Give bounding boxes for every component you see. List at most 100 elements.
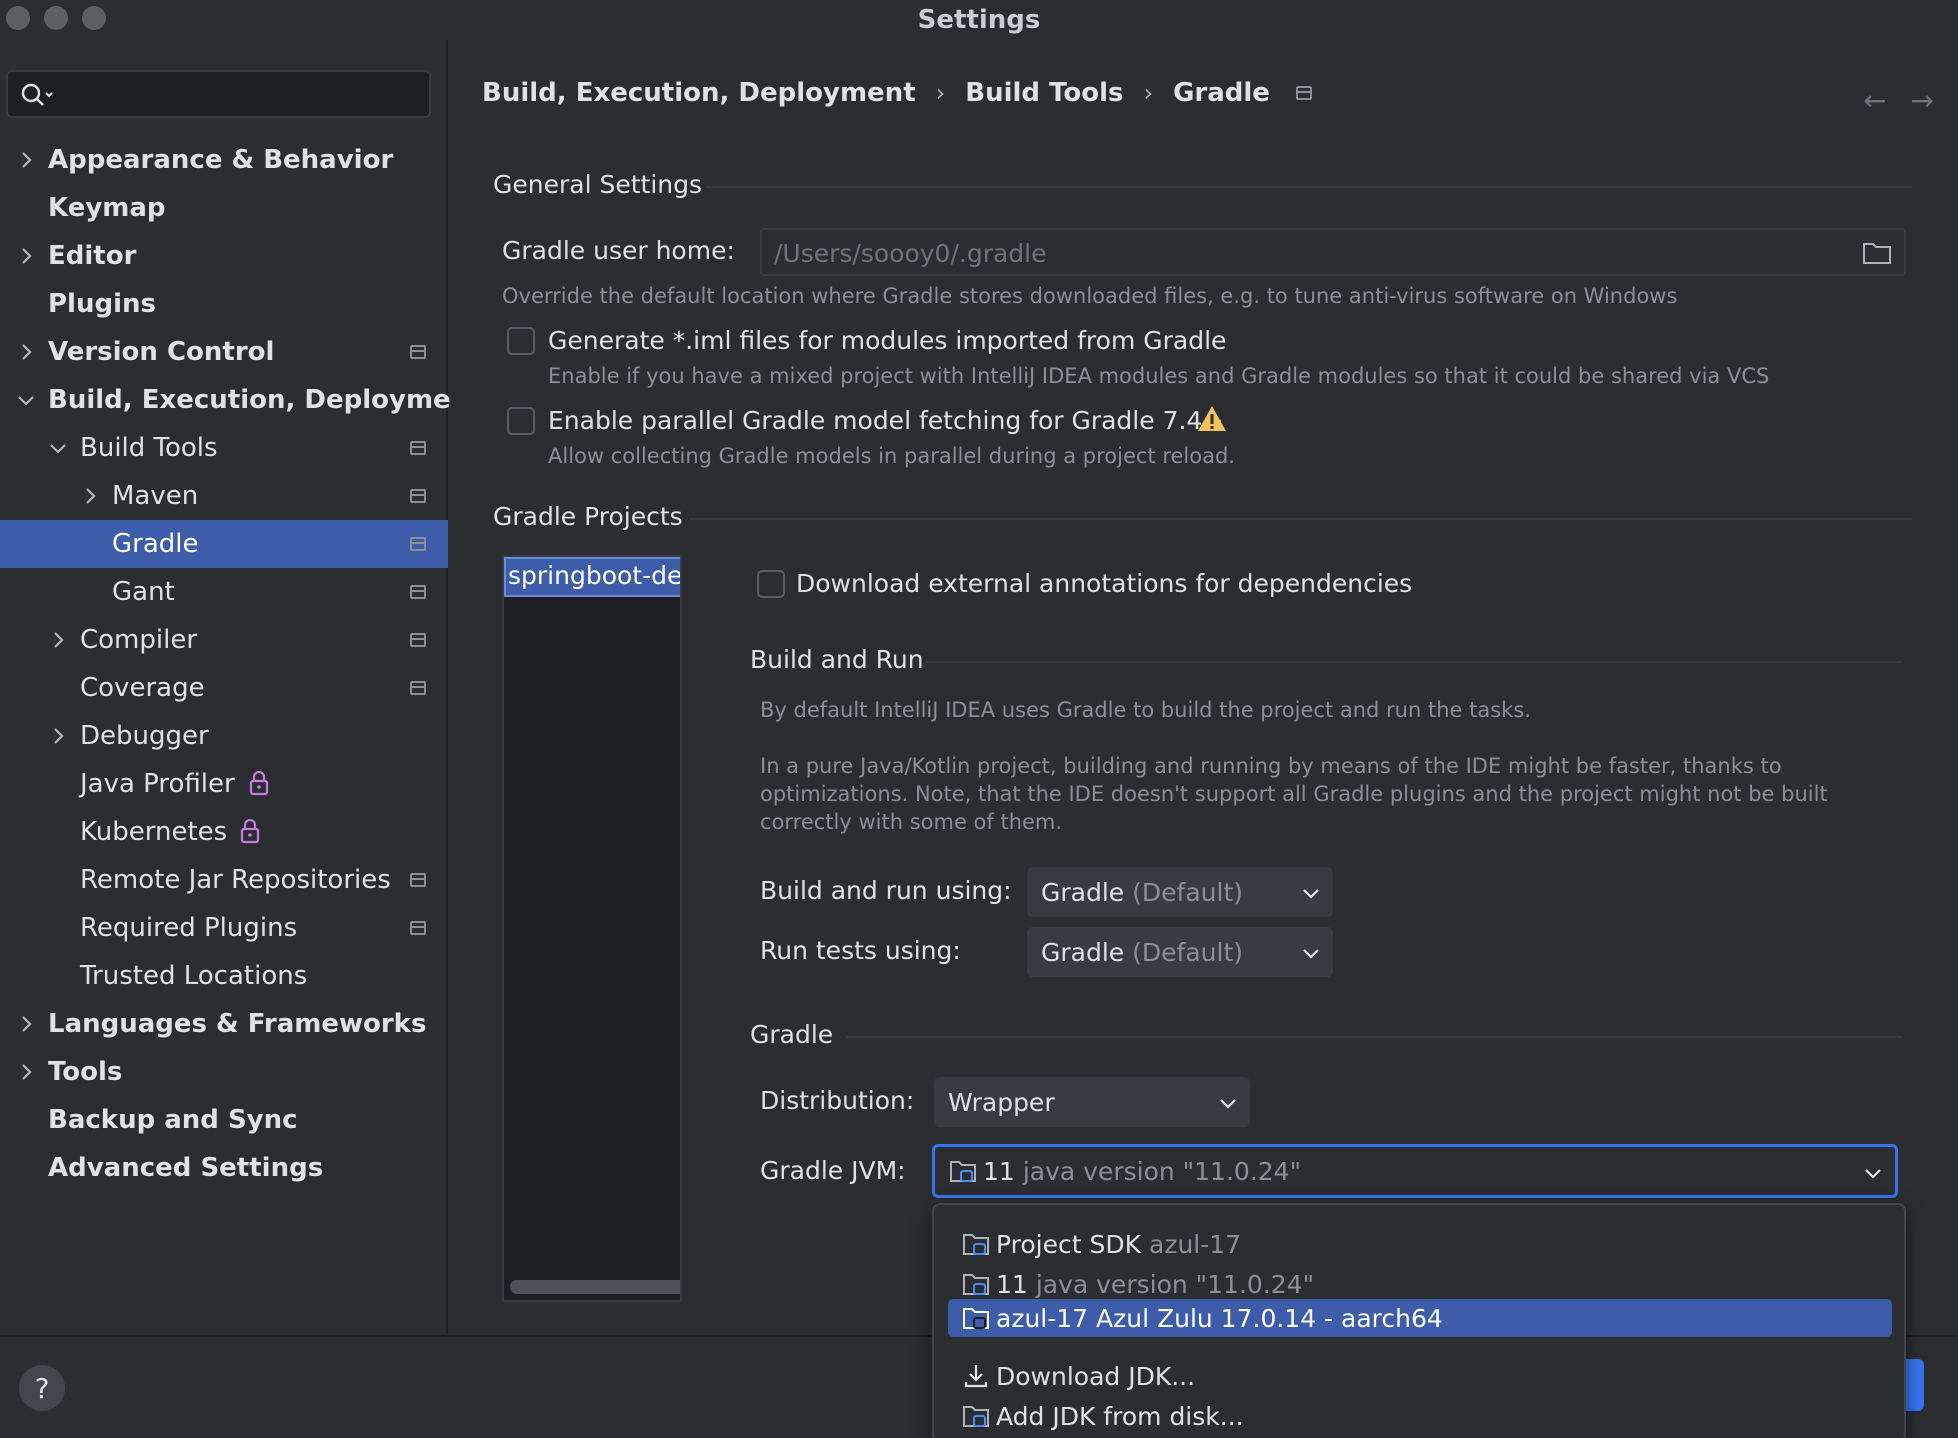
chevron-right-icon [86, 488, 96, 504]
search-icon [21, 83, 53, 106]
sidebar-item-version-control[interactable]: Version Control [0, 328, 448, 376]
sidebar-item-build-execution-deployment[interactable]: Build, Execution, Deployment [0, 376, 482, 424]
select-value: Gradle [1041, 937, 1125, 967]
lock-icon [240, 818, 260, 844]
sidebar-item-label: Gradle [112, 529, 199, 559]
sdk-folder-icon [963, 1234, 989, 1255]
jvm-option-11[interactable]: 11 java version "11.0.24" [948, 1265, 1892, 1303]
option-detail: java version "11.0.24" [1035, 1269, 1315, 1299]
chevron-right-icon [22, 152, 32, 168]
option-label: azul-17 Azul Zulu 17.0.14 - aarch64 [996, 1303, 1443, 1333]
sidebar-item-gant[interactable]: Gant [0, 568, 448, 616]
sidebar-item-java-profiler[interactable]: Java Profiler [0, 760, 448, 808]
select-value: 11 [983, 1156, 1015, 1186]
sidebar-item-label: Kubernetes [80, 817, 228, 847]
download-annotations-label: Download external annotations for depend… [796, 569, 1413, 598]
horizontal-scrollbar[interactable] [510, 1280, 680, 1294]
minimize-window-button[interactable] [44, 6, 68, 30]
section-divider [926, 661, 1902, 663]
project-level-icon [410, 345, 426, 359]
chevron-right-icon [22, 344, 32, 360]
build-run-note: In a pure Java/Kotlin project, building … [760, 754, 1828, 834]
sidebar-item-build-tools[interactable]: Build Tools [0, 424, 448, 472]
gradle-jvm-select[interactable]: 11 java version "11.0.24" [932, 1144, 1898, 1198]
project-level-icon [410, 441, 426, 455]
sdk-folder-icon [963, 1406, 989, 1427]
sdk-folder-icon [963, 1308, 989, 1329]
parallel-fetching-label: Enable parallel Gradle model fetching fo… [548, 406, 1224, 435]
forward-arrow-icon[interactable]: → [1911, 84, 1934, 117]
gradle-user-home-input[interactable] [774, 236, 1834, 270]
sidebar-item-editor[interactable]: Editor [0, 232, 448, 280]
sidebar-item-tools[interactable]: Tools [0, 1048, 448, 1096]
sidebar-item-gradle[interactable]: Gradle [0, 520, 448, 568]
build-run-using-label: Build and run using: [760, 876, 1012, 905]
sidebar-item-advanced-settings[interactable]: Advanced Settings [0, 1144, 448, 1192]
gradle-user-home-hint: Override the default location where Grad… [502, 284, 1678, 308]
breadcrumb-item[interactable]: Build, Execution, Deployment [482, 78, 916, 108]
sidebar-item-coverage[interactable]: Coverage [0, 664, 448, 712]
breadcrumb: Build, Execution, Deployment › Build Too… [482, 78, 1312, 108]
sidebar-item-debugger[interactable]: Debugger [0, 712, 448, 760]
sidebar-item-label: Editor [48, 241, 137, 271]
section-divider [706, 186, 1912, 188]
distribution-select[interactable]: Wrapper [934, 1077, 1250, 1127]
run-tests-using-select[interactable]: Gradle (Default) [1027, 927, 1333, 977]
sidebar-item-trusted-locations[interactable]: Trusted Locations [0, 952, 448, 1000]
jvm-option-azul-17[interactable]: azul-17 Azul Zulu 17.0.14 - aarch64 [948, 1299, 1892, 1337]
option-label: Download JDK... [996, 1361, 1196, 1391]
sidebar-item-label: Coverage [80, 673, 205, 703]
search-input[interactable] [6, 70, 431, 118]
folder-icon[interactable] [1862, 240, 1892, 266]
generate-iml-checkbox[interactable] [507, 327, 535, 355]
select-value-suffix: (Default) [1132, 877, 1244, 907]
chevron-down-icon [50, 444, 66, 454]
sidebar-item-kubernetes[interactable]: Kubernetes [0, 808, 448, 856]
lock-icon [249, 770, 269, 796]
gradle-projects-title: Gradle Projects [493, 502, 683, 531]
sidebar-item-required-plugins[interactable]: Required Plugins [0, 904, 448, 952]
jvm-option-download-jdk[interactable]: Download JDK... [948, 1357, 1892, 1395]
sidebar-item-label: Required Plugins [80, 913, 298, 943]
sdk-folder-icon [950, 1161, 976, 1182]
sidebar-item-compiler[interactable]: Compiler [0, 616, 448, 664]
select-value: Wrapper [948, 1087, 1055, 1117]
sidebar-item-label: Appearance & Behavior [48, 145, 394, 175]
help-button[interactable]: ? [19, 1365, 65, 1411]
download-annotations-checkbox[interactable] [757, 570, 785, 598]
select-value-suffix: java version "11.0.24" [1022, 1156, 1302, 1186]
sidebar-item-languages-frameworks[interactable]: Languages & Frameworks [0, 1000, 448, 1048]
jvm-option-project-sdk[interactable]: Project SDK azul-17 [948, 1225, 1892, 1263]
history-navigation: ← → [1863, 84, 1934, 117]
back-arrow-icon[interactable]: ← [1863, 84, 1886, 117]
sidebar-item-label: Remote Jar Repositories [80, 865, 391, 895]
project-item[interactable]: springboot-develo [504, 557, 680, 597]
window-controls [6, 6, 106, 30]
sidebar-item-maven[interactable]: Maven [0, 472, 448, 520]
sidebar-item-plugins[interactable]: Plugins [0, 280, 448, 328]
sidebar-item-keymap[interactable]: Keymap [0, 184, 448, 232]
build-run-description: By default IntelliJ IDEA uses Gradle to … [760, 698, 1531, 722]
project-level-icon [410, 873, 426, 887]
build-and-run-title: Build and Run [750, 645, 924, 674]
sdk-folder-icon [963, 1274, 989, 1295]
zoom-window-button[interactable] [82, 6, 106, 30]
gradle-user-home-field[interactable] [760, 228, 1906, 276]
gradle-projects-list[interactable]: springboot-develo [502, 555, 682, 1302]
sidebar-item-remote-jar-repositories[interactable]: Remote Jar Repositories [0, 856, 448, 904]
sidebar-item-appearance-behavior[interactable]: Appearance & Behavior [0, 136, 448, 184]
sidebar-item-label: Compiler [80, 625, 198, 655]
sidebar-item-backup-sync[interactable]: Backup and Sync [0, 1096, 448, 1144]
settings-sidebar: Appearance & Behavior Keymap Editor Plug… [0, 40, 482, 1335]
chevron-down-icon [1303, 949, 1319, 959]
project-level-icon [410, 585, 426, 599]
gradle-jvm-dropdown: Project SDK azul-17 11 java version "11.… [932, 1203, 1906, 1438]
sidebar-item-label: Trusted Locations [80, 961, 308, 991]
section-divider [846, 1036, 1902, 1038]
close-window-button[interactable] [6, 6, 30, 30]
breadcrumb-item[interactable]: Build Tools [965, 78, 1123, 108]
option-label: 11 [996, 1269, 1028, 1299]
jvm-option-add-jdk[interactable]: Add JDK from disk... [948, 1397, 1892, 1435]
build-run-using-select[interactable]: Gradle (Default) [1027, 867, 1333, 917]
parallel-fetching-checkbox[interactable] [507, 407, 535, 435]
